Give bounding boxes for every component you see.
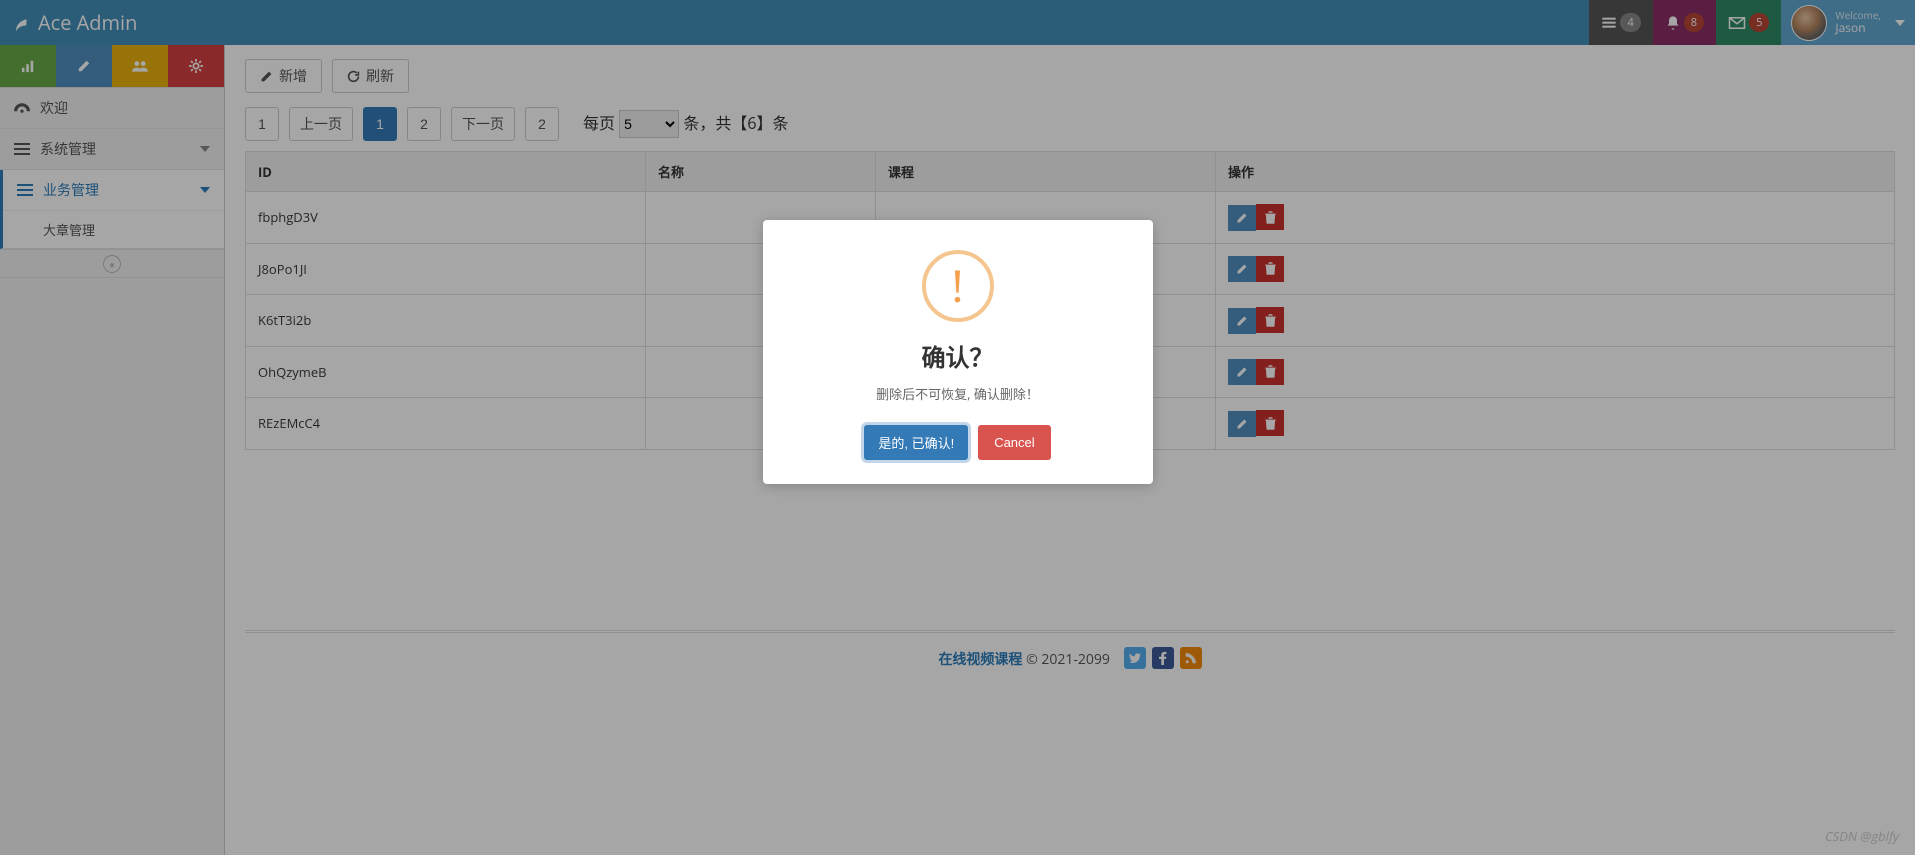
warning-icon: ! <box>922 250 994 322</box>
cancel-button[interactable]: Cancel <box>978 425 1050 460</box>
confirm-modal: ! 确认？ 删除后不可恢复, 确认删除！ 是的, 已确认! Cancel <box>763 220 1153 484</box>
modal-text: 删除后不可恢复, 确认删除！ <box>783 384 1133 403</box>
modal-title: 确认？ <box>783 338 1133 374</box>
confirm-button[interactable]: 是的, 已确认! <box>864 425 968 460</box>
modal-buttons: 是的, 已确认! Cancel <box>783 425 1133 460</box>
watermark: CSDN @gblfy <box>1825 827 1899 845</box>
